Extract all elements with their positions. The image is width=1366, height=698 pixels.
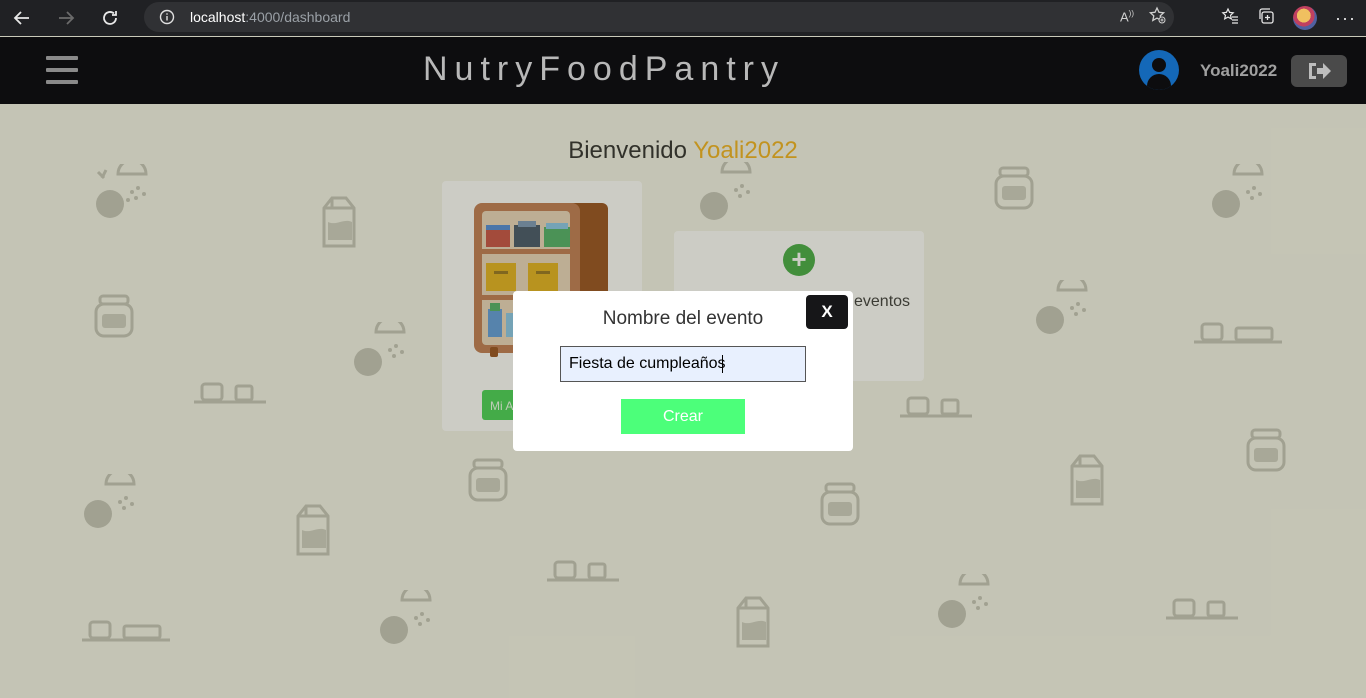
back-icon[interactable] [0,0,44,36]
browser-toolbar: localhost:4000/dashboard A)) ··· [0,0,1366,36]
more-icon[interactable]: ··· [1335,8,1356,29]
logout-icon [1309,63,1331,79]
event-name-input[interactable] [560,346,806,382]
header-username: Yoali2022 [1200,61,1278,80]
forward-icon[interactable] [44,0,88,36]
profile-icon[interactable] [1293,6,1318,30]
info-icon[interactable] [144,9,190,25]
favorites-icon[interactable] [1221,7,1239,30]
brand-title: NutryFoodPantry [423,50,785,88]
collections-icon[interactable] [1257,7,1275,30]
text-caret [722,355,723,373]
url-text: localhost:4000/dashboard [190,9,351,25]
address-bar[interactable]: localhost:4000/dashboard A)) [144,2,1174,32]
modal-title: Nombre del evento [602,308,764,329]
refresh-icon[interactable] [88,0,132,36]
app-header: NutryFoodPantry Yoali2022 [0,37,1366,104]
user-avatar-icon[interactable] [1139,50,1179,90]
read-aloud-icon[interactable]: A)) [1120,9,1134,24]
create-event-modal: Nombre del evento X Crear [513,291,853,451]
logout-button[interactable] [1291,55,1347,87]
create-button[interactable]: Crear [621,399,745,434]
add-favorite-icon[interactable] [1148,5,1166,29]
close-button[interactable]: X [806,295,848,329]
